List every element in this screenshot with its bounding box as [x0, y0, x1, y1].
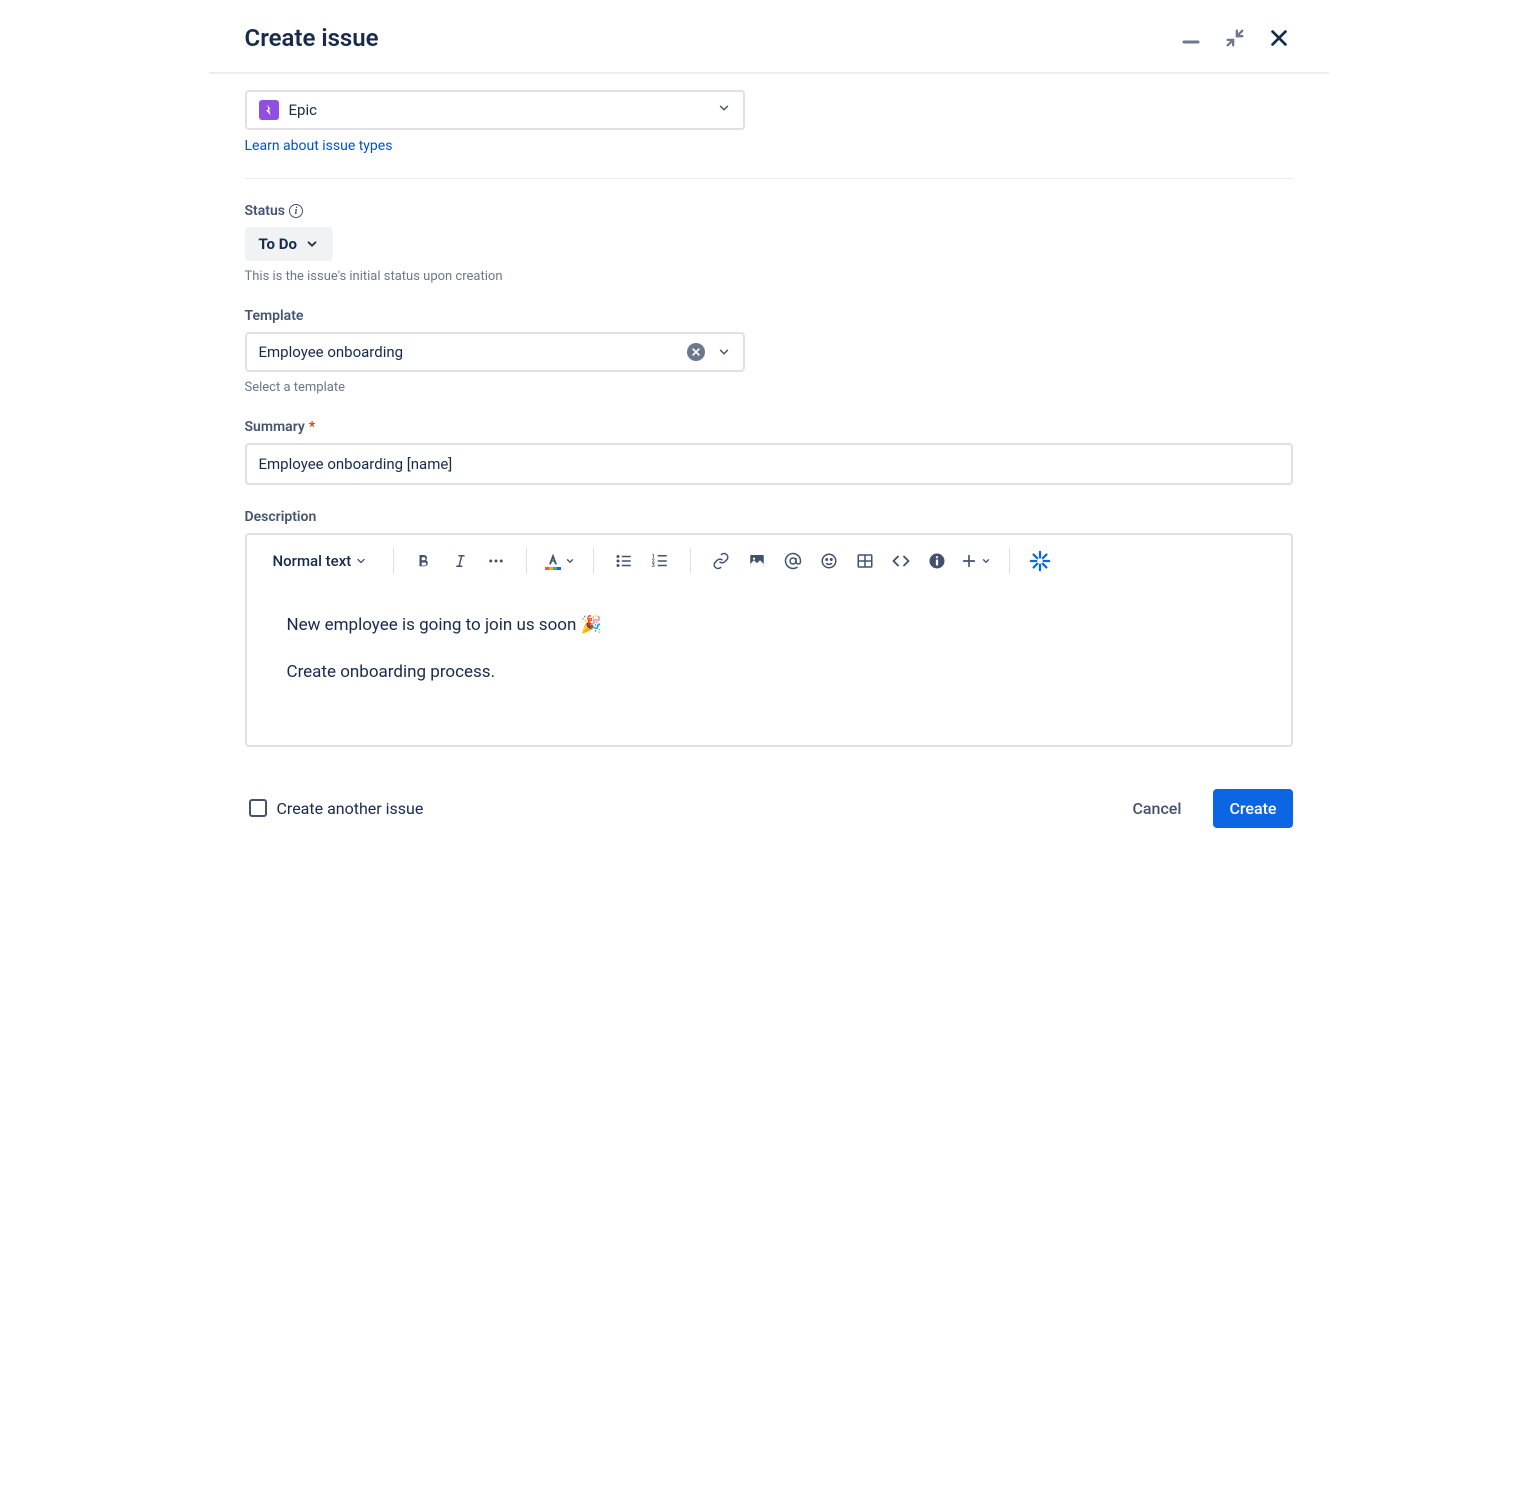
description-line-1: New employee is going to join us soon 🎉 — [287, 611, 1251, 640]
mention-icon — [784, 552, 802, 570]
template-select[interactable]: Employee onboarding — [245, 332, 745, 372]
issue-type-select[interactable]: Epic — [245, 90, 745, 130]
numbered-list-button[interactable]: 1 2 3 — [644, 545, 676, 577]
window-controls — [1177, 24, 1293, 52]
chevron-down-icon — [565, 556, 575, 566]
status-field: Status i To Do This is the issue's initi… — [245, 203, 1293, 284]
status-label: Status — [245, 203, 285, 219]
description-label: Description — [245, 509, 317, 525]
bold-button[interactable] — [408, 545, 440, 577]
ai-assist-button[interactable] — [1024, 545, 1056, 577]
numbered-list-icon: 1 2 3 — [651, 552, 669, 570]
epic-icon — [259, 100, 279, 120]
svg-text:3: 3 — [652, 563, 655, 569]
resize-icon — [1224, 27, 1246, 49]
more-formatting-button[interactable] — [480, 545, 512, 577]
emoji-button[interactable] — [813, 545, 845, 577]
status-helper: This is the issue's initial status upon … — [245, 269, 1293, 284]
description-line-2: Create onboarding process. — [287, 658, 1251, 687]
template-label: Template — [245, 308, 304, 324]
chevron-down-icon — [305, 237, 319, 251]
close-icon — [1268, 27, 1290, 49]
rich-text-editor: Normal text — [245, 533, 1293, 747]
info-panel-button[interactable] — [921, 545, 953, 577]
learn-issue-types-link[interactable]: Learn about issue types — [245, 138, 393, 154]
divider — [245, 178, 1293, 179]
italic-button[interactable] — [444, 545, 476, 577]
chevron-down-icon — [981, 556, 991, 566]
editor-content[interactable]: New employee is going to join us soon 🎉 … — [247, 587, 1291, 745]
create-another-checkbox[interactable]: Create another issue — [249, 799, 424, 818]
code-icon — [892, 552, 910, 570]
status-dropdown[interactable]: To Do — [245, 227, 333, 261]
atlassian-ai-icon — [1029, 550, 1051, 572]
close-button[interactable] — [1265, 24, 1293, 52]
info-circle-icon — [928, 552, 946, 570]
issue-type-field: Epic Learn about issue types — [245, 90, 1293, 154]
minimize-icon — [1181, 28, 1201, 48]
mention-button[interactable] — [777, 545, 809, 577]
status-value: To Do — [259, 235, 297, 253]
summary-label: Summary — [245, 419, 305, 435]
minimize-button[interactable] — [1177, 24, 1205, 52]
modal-footer: Create another issue Cancel Create — [209, 761, 1329, 856]
chevron-down-icon — [355, 555, 367, 567]
modal-header: Create issue — [209, 0, 1329, 74]
template-field: Template Employee onboarding Selec — [245, 308, 1293, 395]
create-issue-modal: Create issue — [209, 0, 1329, 856]
editor-toolbar: Normal text — [247, 535, 1291, 587]
issue-type-value: Epic — [289, 101, 317, 119]
insert-more-button[interactable] — [957, 545, 995, 577]
cancel-button[interactable]: Cancel — [1116, 789, 1197, 828]
bold-icon — [415, 552, 433, 570]
text-color-icon — [545, 552, 561, 570]
checkbox-box — [249, 799, 267, 817]
plus-icon — [961, 553, 977, 569]
create-another-label: Create another issue — [277, 799, 424, 818]
image-button[interactable] — [741, 545, 773, 577]
chevron-down-icon — [717, 101, 731, 119]
bullet-list-button[interactable] — [608, 545, 640, 577]
clear-template-button[interactable] — [687, 343, 705, 361]
x-icon — [691, 347, 701, 357]
text-color-button[interactable] — [541, 545, 579, 577]
link-icon — [712, 552, 730, 570]
description-field: Description Normal text — [245, 509, 1293, 747]
chevron-down-icon — [717, 345, 731, 359]
code-button[interactable] — [885, 545, 917, 577]
link-button[interactable] — [705, 545, 737, 577]
template-value: Employee onboarding — [259, 343, 404, 361]
info-icon[interactable]: i — [289, 204, 303, 218]
footer-buttons: Cancel Create — [1116, 789, 1292, 828]
table-icon — [856, 552, 874, 570]
required-asterisk: * — [309, 419, 315, 435]
text-style-dropdown[interactable]: Normal text — [261, 545, 380, 577]
more-icon — [487, 552, 505, 570]
template-helper: Select a template — [245, 380, 1293, 395]
bullet-list-icon — [615, 552, 633, 570]
resize-button[interactable] — [1221, 24, 1249, 52]
create-button[interactable]: Create — [1213, 789, 1292, 828]
italic-icon — [451, 552, 469, 570]
summary-field: Summary * — [245, 419, 1293, 485]
table-button[interactable] — [849, 545, 881, 577]
modal-body: Epic Learn about issue types Status i To… — [209, 74, 1329, 747]
summary-input[interactable] — [245, 443, 1293, 485]
emoji-icon — [820, 552, 838, 570]
modal-title: Create issue — [245, 24, 379, 52]
image-icon — [748, 552, 766, 570]
